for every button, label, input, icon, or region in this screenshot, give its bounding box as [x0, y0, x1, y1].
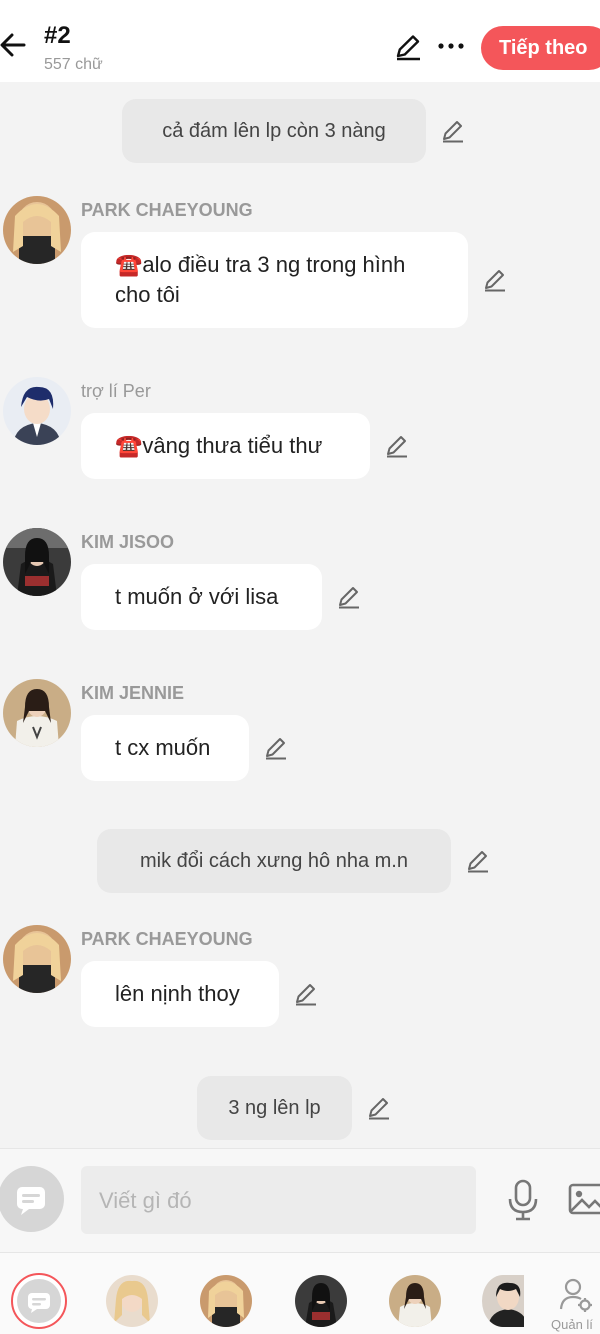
header: #2 557 chữ Tiếp theo — [0, 0, 600, 82]
input-bar: Viết gì đó — [0, 1148, 600, 1252]
pencil-icon[interactable] — [384, 433, 410, 459]
narration-bubble[interactable]: 3 ng lên lp — [197, 1076, 352, 1140]
character-avatar-jisoo[interactable] — [295, 1275, 347, 1327]
input-placeholder: Viết gì đó — [99, 1188, 192, 1213]
narrator-icon — [17, 1279, 61, 1323]
character-avatar-chaeyoung[interactable] — [200, 1275, 252, 1327]
pencil-icon[interactable] — [336, 584, 362, 610]
word-count: 557 chữ — [44, 56, 103, 73]
message-text: ☎️vâng thưa tiểu thư — [115, 433, 323, 458]
narrator-button[interactable] — [11, 1273, 67, 1329]
message-text: ☎️alo điều tra 3 ng trong hình — [115, 252, 406, 277]
character-avatar-jennie[interactable] — [389, 1275, 441, 1327]
character-switcher: Quản lí — [0, 1252, 600, 1334]
narration-text: 3 ng lên lp — [228, 1096, 321, 1119]
manage-user-icon — [559, 1278, 592, 1312]
compose-icon[interactable] — [0, 1163, 66, 1235]
avatar[interactable] — [3, 528, 71, 596]
pencil-icon[interactable] — [293, 981, 319, 1007]
character-name: KIM JENNIE — [81, 683, 185, 703]
pencil-icon[interactable] — [465, 848, 491, 874]
avatar[interactable] — [3, 196, 71, 264]
narration-text: mik đổi cách xưng hô nha m.n — [140, 849, 408, 872]
character-name: KIM JISOO — [81, 532, 175, 552]
message-bubble[interactable]: ☎️alo điều tra 3 ng trong hình cho tôi — [81, 232, 468, 328]
narration-bubble[interactable]: mik đổi cách xưng hô nha m.n — [97, 829, 451, 893]
avatar[interactable] — [3, 925, 71, 993]
character-name: PARK CHAEYOUNG — [81, 929, 253, 949]
message-bubble[interactable]: t cx muốn — [81, 715, 249, 781]
message-text: cho tôi — [115, 282, 180, 307]
narration-bubble[interactable]: cả đám lên lp còn 3 nàng — [122, 99, 426, 163]
pencil-icon[interactable] — [482, 267, 508, 293]
message-bubble[interactable]: t muốn ở với lisa — [81, 564, 322, 630]
message-text: t cx muốn — [115, 735, 211, 760]
message-text: t muốn ở với lisa — [115, 584, 279, 609]
message-text: lên nịnh thoy — [115, 981, 240, 1006]
message-bubble[interactable]: ☎️vâng thưa tiểu thư — [81, 413, 370, 479]
character-name: PARK CHAEYOUNG — [81, 200, 253, 220]
character-avatar-assistant[interactable] — [482, 1275, 524, 1327]
manage-label: Quản lí — [551, 1317, 593, 1332]
manage-characters-button[interactable]: Quản lí — [548, 1275, 600, 1334]
message-input[interactable]: Viết gì đó — [81, 1166, 476, 1234]
avatar[interactable] — [3, 377, 71, 445]
pencil-icon[interactable] — [263, 735, 289, 761]
pencil-icon[interactable] — [394, 32, 424, 62]
avatar[interactable] — [3, 679, 71, 747]
character-name: trợ lí Per — [81, 381, 151, 401]
pencil-icon[interactable] — [440, 118, 466, 144]
microphone-icon[interactable] — [506, 1179, 540, 1221]
pencil-icon[interactable] — [366, 1095, 392, 1121]
next-button[interactable]: Tiếp theo — [481, 26, 600, 70]
more-icon[interactable] — [434, 30, 468, 60]
message-bubble[interactable]: lên nịnh thoy — [81, 961, 279, 1027]
chapter-title: #2 — [44, 22, 71, 49]
chat-area: cả đám lên lp còn 3 nàng PARK CHAEYOUNG … — [0, 82, 600, 1148]
narration-text: cả đám lên lp còn 3 nàng — [162, 119, 386, 142]
image-icon[interactable] — [567, 1181, 600, 1217]
character-avatar-lisa[interactable] — [106, 1275, 158, 1327]
back-arrow-icon[interactable] — [0, 28, 30, 62]
